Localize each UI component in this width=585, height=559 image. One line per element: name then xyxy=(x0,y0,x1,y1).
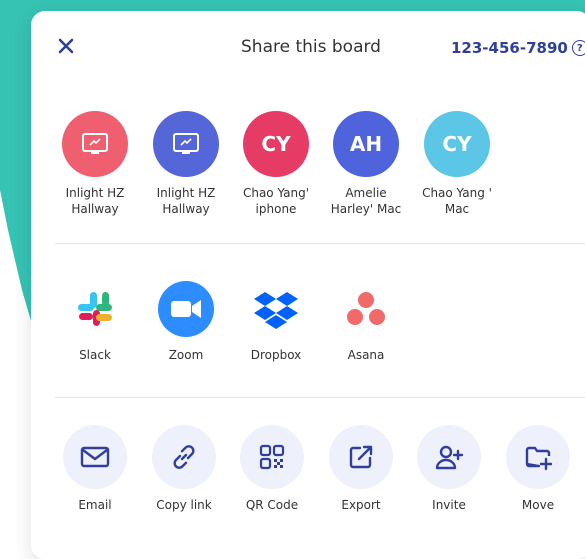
action-circle xyxy=(240,425,304,489)
action-label: Move xyxy=(521,498,555,512)
app-label: Zoom xyxy=(168,348,204,362)
qr-code-button[interactable]: QR Code xyxy=(226,425,318,513)
action-label: Invite xyxy=(432,498,466,512)
app-label: Asana xyxy=(347,348,385,362)
screen-icon xyxy=(173,133,199,154)
help-icon[interactable]: ? xyxy=(571,40,585,56)
app-item-dropbox[interactable]: Dropbox xyxy=(230,279,322,363)
export-icon xyxy=(349,445,373,469)
share-sheet: Share this board 123-456-7890 ? Inlight … xyxy=(31,11,585,559)
action-circle xyxy=(417,425,481,489)
app-item-zoom[interactable]: Zoom xyxy=(140,279,232,363)
device-avatar xyxy=(62,111,128,177)
device-label: Chao Yang ' Mac xyxy=(422,186,492,216)
move-button[interactable]: Move xyxy=(492,425,584,513)
board-phone-number[interactable]: 123-456-7890 ? xyxy=(451,39,585,57)
device-item-inlight-2[interactable]: Inlight HZ Hallway xyxy=(140,111,232,217)
device-item-chao-mac[interactable]: CY Chao Yang ' Mac xyxy=(411,111,503,217)
devices-row: Inlight HZ Hallway Inlight HZ Hallway CY… xyxy=(31,111,585,241)
action-label: Export xyxy=(341,498,381,512)
add-user-icon xyxy=(435,445,464,470)
action-circle xyxy=(329,425,393,489)
app-item-slack[interactable]: Slack xyxy=(49,279,141,363)
apps-row: Slack Zoom Dropbox Asana xyxy=(31,279,585,389)
avatar: CY xyxy=(424,111,490,177)
app-label: Dropbox xyxy=(250,348,302,362)
device-item-amelie-mac[interactable]: AH Amelie Harley' Mac xyxy=(320,111,412,217)
avatar: CY xyxy=(243,111,309,177)
screen-icon xyxy=(82,133,108,154)
action-label: Copy link xyxy=(156,498,212,512)
action-circle xyxy=(506,425,570,489)
action-circle xyxy=(152,425,216,489)
slack-icon xyxy=(65,279,125,339)
link-icon xyxy=(173,445,195,469)
device-label: Inlight HZ Hallway xyxy=(65,186,125,216)
page-title: Share this board xyxy=(241,37,381,57)
device-avatar xyxy=(153,111,219,177)
close-icon xyxy=(58,38,74,54)
mail-icon xyxy=(80,446,110,468)
dropbox-icon xyxy=(246,279,306,339)
invite-button[interactable]: Invite xyxy=(403,425,495,513)
copy-link-button[interactable]: Copy link xyxy=(138,425,230,513)
folder-add-icon xyxy=(525,446,552,471)
qr-code-icon xyxy=(259,444,285,470)
divider xyxy=(55,243,585,244)
avatar: AH xyxy=(333,111,399,177)
actions-row: Email Copy link QR Code Export Invite Mo… xyxy=(31,425,585,545)
device-item-chao-iphone[interactable]: CY Chao Yang' iphone xyxy=(230,111,322,217)
device-item-inlight-1[interactable]: Inlight HZ Hallway xyxy=(49,111,141,217)
app-item-asana[interactable]: Asana xyxy=(320,279,412,363)
divider xyxy=(55,397,585,398)
action-label: Email xyxy=(78,498,112,512)
action-label: QR Code xyxy=(245,498,299,512)
device-label: Amelie Harley' Mac xyxy=(330,186,402,216)
export-button[interactable]: Export xyxy=(315,425,407,513)
asana-icon xyxy=(336,279,396,339)
app-label: Slack xyxy=(79,348,111,362)
device-label: Inlight HZ Hallway xyxy=(156,186,216,216)
device-label: Chao Yang' iphone xyxy=(242,186,310,216)
zoom-icon xyxy=(156,279,216,339)
email-button[interactable]: Email xyxy=(49,425,141,513)
phone-number-text: 123-456-7890 xyxy=(451,39,568,57)
share-header: Share this board 123-456-7890 ? xyxy=(31,11,585,83)
action-circle xyxy=(63,425,127,489)
close-button[interactable] xyxy=(53,33,79,59)
